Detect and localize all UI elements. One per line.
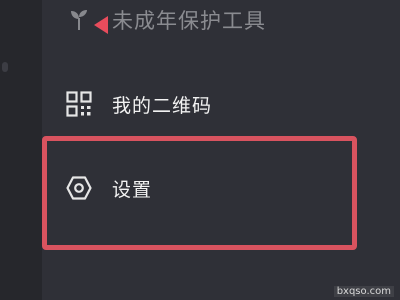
watermark: bxqso.com bbox=[333, 286, 394, 297]
annotation-arrow bbox=[94, 16, 108, 34]
screen: 未成年保护工具 我的二维码 设置 bxqso.com bbox=[0, 0, 400, 300]
sprout-icon bbox=[66, 7, 92, 33]
qr-code-icon bbox=[66, 91, 92, 117]
background-page-edge bbox=[0, 0, 42, 300]
menu-item-label: 未成年保护工具 bbox=[112, 9, 266, 33]
menu-item-qr-code[interactable]: 我的二维码 bbox=[66, 84, 212, 124]
edge-indicator bbox=[2, 62, 8, 72]
menu-item-label: 我的二维码 bbox=[112, 94, 213, 117]
annotation-highlight-box bbox=[42, 136, 357, 250]
